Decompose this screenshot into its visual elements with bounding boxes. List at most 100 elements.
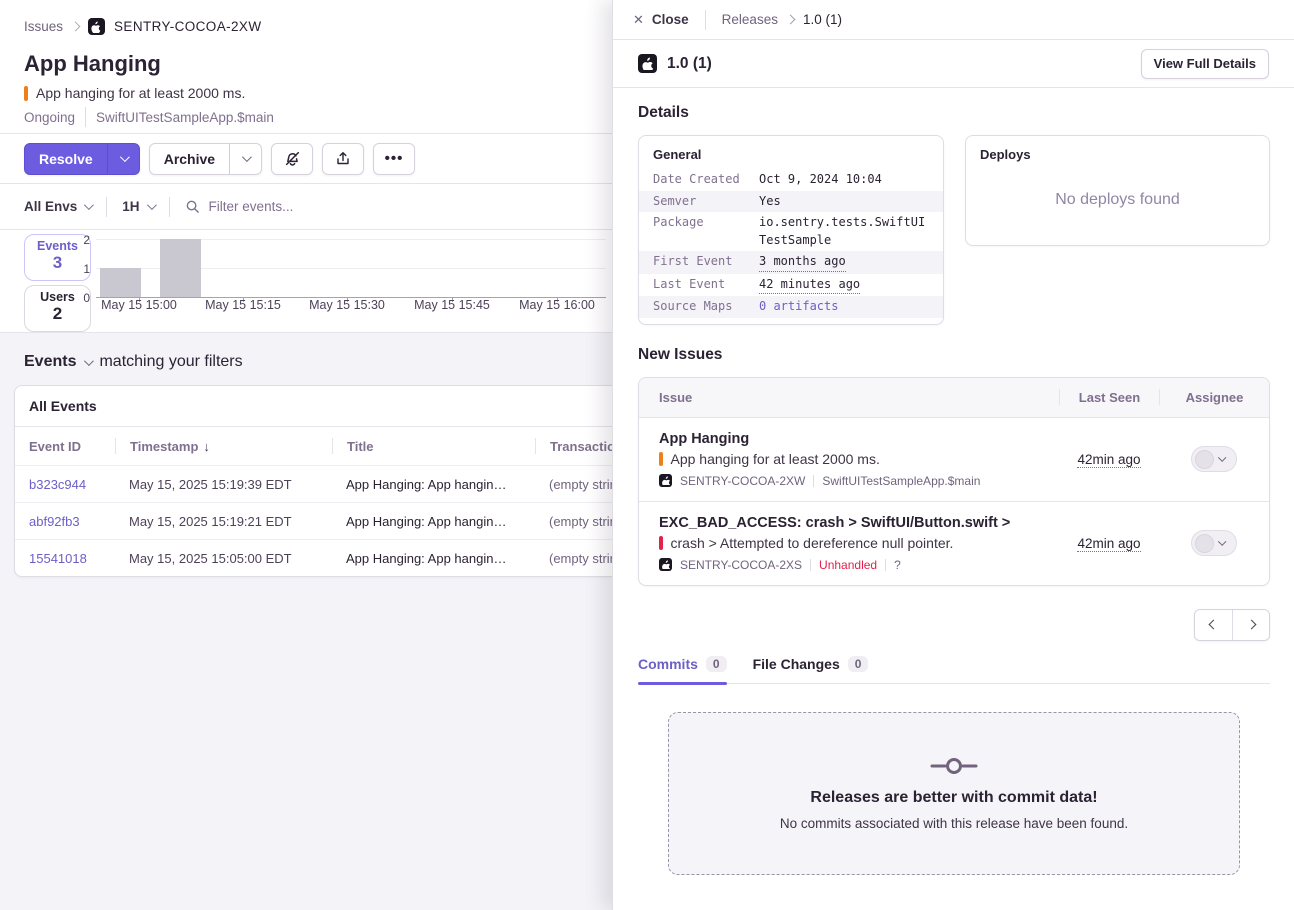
kv-row: Package io.sentry.tests.SwiftUI TestSamp… <box>639 212 943 251</box>
divider <box>810 559 811 571</box>
issue-row-title[interactable]: EXC_BAD_ACCESS: crash > SwiftUI/Button.s… <box>659 515 1051 531</box>
deploys-card: Deploys No deploys found <box>965 135 1270 246</box>
filter-events-search[interactable]: Filter events... <box>185 199 588 214</box>
avatar <box>1195 534 1214 553</box>
issue-extra-tag: ? <box>894 558 901 572</box>
divider <box>169 197 170 217</box>
issue-culprit: SwiftUITestSampleApp.$main <box>96 110 274 125</box>
general-card-title: General <box>639 136 943 169</box>
more-actions-button[interactable]: ••• <box>373 143 415 175</box>
issue-title: App Hanging <box>24 51 588 77</box>
previous-page-button[interactable] <box>1195 610 1232 640</box>
commit-icon <box>930 756 978 776</box>
apple-project-icon <box>659 474 672 487</box>
col-event-id[interactable]: Event ID <box>29 439 81 454</box>
environment-filter[interactable]: All Envs <box>24 199 91 214</box>
chart-plot <box>96 239 606 298</box>
source-maps-link[interactable]: 0 artifacts <box>759 298 838 316</box>
kv-key: Source Maps <box>653 298 759 316</box>
col-timestamp[interactable]: Timestamp <box>130 439 198 454</box>
chevron-down-icon <box>1218 538 1226 546</box>
drawer-content: Details General Date Created Oct 9, 2024… <box>613 88 1294 875</box>
event-id-link[interactable]: b323c944 <box>15 477 115 492</box>
archive-button[interactable]: Archive <box>149 143 230 175</box>
next-page-button[interactable] <box>1232 610 1269 640</box>
tab-file-changes[interactable]: File Changes 0 <box>753 656 869 683</box>
assignee-dropdown[interactable] <box>1191 530 1237 556</box>
x-axis-tick: May 15 15:45 <box>414 298 490 312</box>
resolve-dropdown-button[interactable] <box>108 143 140 175</box>
tab-commits[interactable]: Commits 0 <box>638 656 727 683</box>
close-button[interactable]: Close <box>652 12 689 27</box>
event-row[interactable]: 15541018 May 15, 2025 15:05:00 EDT App H… <box>15 539 653 576</box>
time-range-label: 1H <box>122 199 139 214</box>
col-title[interactable]: Title <box>347 439 374 454</box>
divider <box>106 197 107 217</box>
issue-row-title[interactable]: App Hanging <box>659 431 1051 447</box>
issue-row[interactable]: App Hanging App hanging for at least 200… <box>639 418 1269 501</box>
level-indicator <box>24 86 28 101</box>
divider <box>813 475 814 487</box>
issue-last-seen[interactable]: 42min ago <box>1077 536 1140 552</box>
release-drawer: ✕ Close Releases 1.0 (1) 1.0 (1) View Fu… <box>612 0 1294 910</box>
time-range-filter[interactable]: 1H <box>122 199 153 214</box>
close-icon[interactable]: ✕ <box>633 12 644 28</box>
chevron-down-icon <box>242 152 252 162</box>
event-title: App Hanging: App hangin… <box>332 514 535 529</box>
chevron-down-icon <box>84 200 94 210</box>
chevron-down-icon <box>120 152 130 162</box>
issue-subtitle-row: App hanging for at least 2000 ms. <box>24 85 588 101</box>
new-issues-header: Issue Last Seen Assignee <box>639 378 1269 418</box>
event-row[interactable]: b323c944 May 15, 2025 15:19:39 EDT App H… <box>15 465 653 502</box>
events-table-header: Event ID Timestamp↓ Title Transaction <box>15 427 653 465</box>
all-events-table: All Events Event ID Timestamp↓ Title Tra… <box>14 385 654 577</box>
breadcrumb-project-slug[interactable]: SENTRY-COCOA-2XW <box>114 19 261 34</box>
y-axis-tick: 0 <box>70 291 90 305</box>
view-full-details-button[interactable]: View Full Details <box>1141 49 1269 79</box>
issue-project-slug: SENTRY-COCOA-2XS <box>680 558 802 572</box>
share-button[interactable] <box>322 143 364 175</box>
tabs: Commits 0 File Changes 0 <box>638 656 1270 684</box>
filter-bar: All Envs 1H Filter events... <box>0 184 612 230</box>
all-events-title: All Events <box>15 386 653 427</box>
new-issues-table: Issue Last Seen Assignee App Hanging App… <box>638 377 1270 586</box>
unhandled-tag: Unhandled <box>819 558 877 572</box>
col-assignee: Assignee <box>1159 389 1269 405</box>
sort-desc-icon: ↓ <box>203 439 210 454</box>
kv-row: Date Created Oct 9, 2024 10:04 <box>639 169 943 191</box>
events-heading-rest: matching your filters <box>99 353 242 371</box>
x-axis-tick: May 15 15:30 <box>309 298 385 312</box>
event-id-link[interactable]: 15541018 <box>15 551 115 566</box>
kv-value: Yes <box>759 193 781 211</box>
issue-last-seen[interactable]: 42min ago <box>1077 452 1140 468</box>
tab-commits-label: Commits <box>638 656 698 672</box>
kv-value-last-event[interactable]: 42 minutes ago <box>759 276 860 295</box>
upload-icon <box>335 150 351 167</box>
resolve-button[interactable]: Resolve <box>24 143 108 175</box>
event-timestamp: May 15, 2025 15:19:21 EDT <box>115 514 332 529</box>
event-id-link[interactable]: abf92fb3 <box>15 514 115 529</box>
kv-key: Last Event <box>653 276 759 295</box>
kv-value-first-event[interactable]: 3 months ago <box>759 253 846 272</box>
x-axis-tick: May 15 16:00 <box>519 298 595 312</box>
apple-project-icon <box>659 558 672 571</box>
archive-dropdown-button[interactable] <box>230 143 262 175</box>
issue-meta-row: Ongoing SwiftUITestSampleApp.$main <box>24 107 588 127</box>
bell-slash-icon <box>284 150 301 167</box>
assignee-dropdown[interactable] <box>1191 446 1237 472</box>
breadcrumb-release-version: 1.0 (1) <box>803 12 842 27</box>
x-axis-tick: May 15 15:15 <box>205 298 281 312</box>
issue-project-slug: SENTRY-COCOA-2XW <box>680 474 805 488</box>
breadcrumb-releases[interactable]: Releases <box>722 12 778 27</box>
event-row[interactable]: abf92fb3 May 15, 2025 15:19:21 EDT App H… <box>15 502 653 539</box>
issue-details-page: Issues SENTRY-COCOA-2XW App Hanging App … <box>0 0 612 910</box>
divider <box>85 107 86 127</box>
issue-row[interactable]: EXC_BAD_ACCESS: crash > SwiftUI/Button.s… <box>639 501 1269 585</box>
events-heading-dropdown[interactable]: Events <box>24 353 76 371</box>
mute-button[interactable] <box>271 143 313 175</box>
level-indicator <box>659 452 663 466</box>
avatar <box>1195 450 1214 469</box>
events-list-section: Events matching your filters All Events … <box>0 333 612 577</box>
kv-key: Package <box>653 214 759 249</box>
breadcrumb-issues-link[interactable]: Issues <box>24 19 63 34</box>
